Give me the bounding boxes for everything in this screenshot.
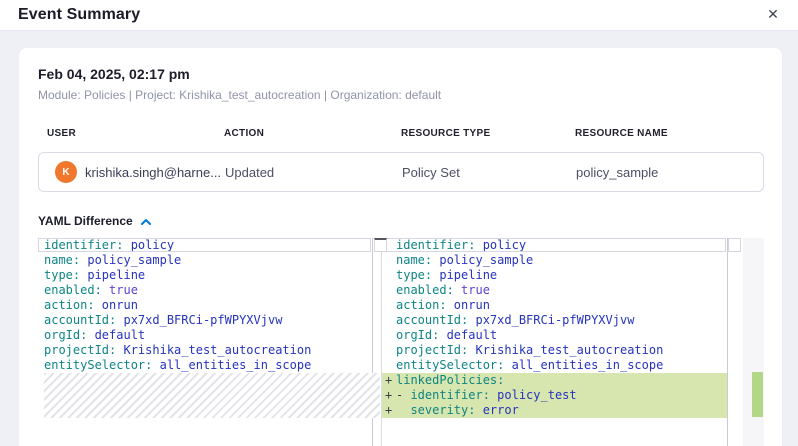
table-row: K krishika.singh@harne... Updated Policy…	[38, 152, 764, 192]
column-resource-name: RESOURCE NAME	[575, 128, 764, 139]
diff-line: accountId: px7xd_BFRCi-pfWPYXVjvw	[38, 313, 372, 328]
diff-line: action: onrun	[38, 298, 372, 313]
chevron-up-icon[interactable]	[140, 216, 152, 226]
diff-line: entitySelector: all_entities_in_scope	[382, 358, 727, 373]
diff-line: action: onrun	[382, 298, 727, 313]
close-icon[interactable]: ✕	[764, 6, 782, 24]
diff-line: projectId: Krishika_test_autocreation	[38, 343, 372, 358]
event-summary-card: Feb 04, 2025, 02:17 pm Module: Policies …	[19, 48, 782, 446]
diff-line-added: +- identifier: policy_test	[382, 388, 727, 403]
column-resource-type: RESOURCE TYPE	[401, 128, 575, 139]
diff-gutter-box	[374, 238, 387, 252]
page-background: Feb 04, 2025, 02:17 pm Module: Policies …	[0, 31, 798, 446]
diff-line: entitySelector: all_entities_in_scope	[38, 358, 372, 373]
scrollbar-top-box	[728, 238, 741, 252]
dialog-header: Event Summary ✕	[0, 0, 798, 31]
diff-line: identifier: policy	[38, 238, 372, 253]
event-timestamp: Feb 04, 2025, 02:17 pm	[38, 66, 764, 82]
diff-line: enabled: true	[382, 283, 727, 298]
yaml-diff-view: identifier: policyname: policy_sampletyp…	[38, 238, 764, 446]
diff-gap-hatch	[44, 373, 380, 418]
diff-line: name: policy_sample	[382, 253, 727, 268]
diff-scrollbar[interactable]	[743, 238, 764, 446]
diff-line: orgId: default	[38, 328, 372, 343]
user-email: krishika.singh@harne...	[85, 165, 221, 180]
diff-gutter-sign: +	[382, 373, 396, 388]
column-user: USER	[47, 128, 224, 139]
diff-line-added: + severity: error	[382, 403, 727, 418]
user-cell: K krishika.singh@harne...	[55, 161, 225, 183]
diff-line: enabled: true	[38, 283, 372, 298]
column-action: ACTION	[224, 128, 401, 139]
diff-line: projectId: Krishika_test_autocreation	[382, 343, 727, 358]
added-lines-marker	[752, 372, 763, 417]
diff-line: name: policy_sample	[38, 253, 372, 268]
diff-line: type: pipeline	[38, 268, 372, 283]
diff-line: type: pipeline	[382, 268, 727, 283]
diff-line-added: +linkedPolicies:	[382, 373, 727, 388]
diff-line: orgId: default	[382, 328, 727, 343]
page-title: Event Summary	[18, 6, 140, 24]
diff-pane-right[interactable]: identifier: policyname: policy_sampletyp…	[381, 238, 728, 446]
action-value: Updated	[225, 165, 402, 180]
event-context: Module: Policies | Project: Krishika_tes…	[38, 88, 764, 102]
avatar: K	[55, 161, 77, 183]
diff-gutter-sign: +	[382, 403, 396, 418]
table-header-row: USER ACTION RESOURCE TYPE RESOURCE NAME	[38, 128, 764, 139]
diff-line: identifier: policy	[382, 238, 727, 253]
yaml-difference-label: YAML Difference	[38, 214, 133, 228]
resource-name-value: policy_sample	[576, 165, 763, 180]
resource-type-value: Policy Set	[402, 165, 576, 180]
diff-line: accountId: px7xd_BFRCi-pfWPYXVjvw	[382, 313, 727, 328]
diff-gutter-sign: +	[382, 388, 396, 403]
